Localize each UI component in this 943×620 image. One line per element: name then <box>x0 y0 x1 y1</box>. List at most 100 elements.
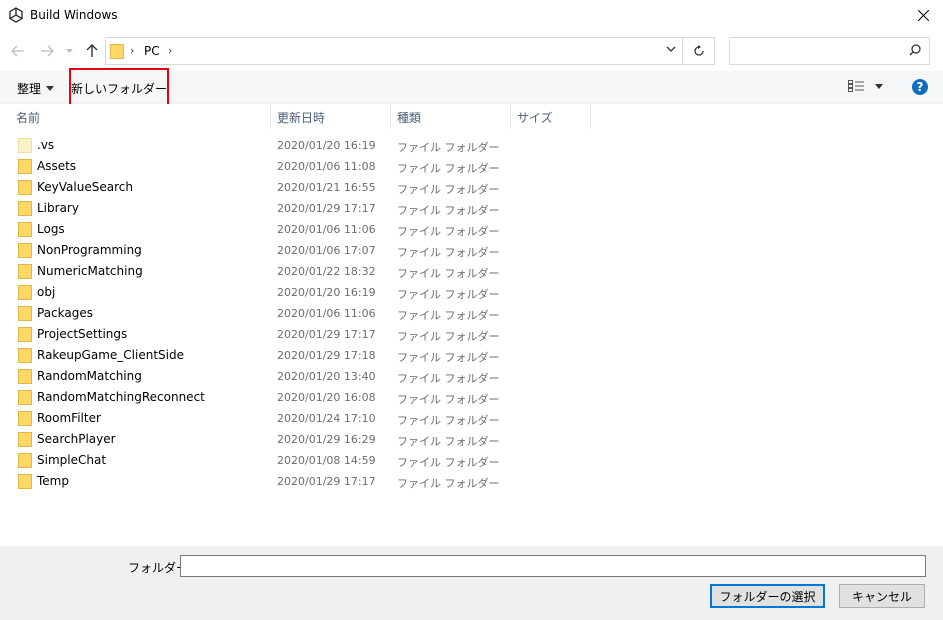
details-view-icon <box>848 80 864 92</box>
list-item[interactable]: RakeupGame_ClientSide 2020/01/29 17:18 ファイ… <box>0 345 943 366</box>
folder-icon <box>18 327 32 342</box>
list-item[interactable]: Assets 2020/01/06 11:08 ファイル フォルダー <box>0 156 943 177</box>
file-name: .vs <box>37 138 55 152</box>
chevron-down-icon[interactable] <box>666 46 676 52</box>
close-icon <box>917 10 929 21</box>
file-type: ファイル フォルダー <box>397 288 500 301</box>
chevron-down-icon <box>875 83 883 89</box>
list-item[interactable]: KeyValueSearch 2020/01/21 16:55 ファイル フォルダー <box>0 177 943 198</box>
cancel-button[interactable]: キャンセル <box>839 584 925 608</box>
new-folder-button[interactable]: 新しいフォルダー <box>69 68 169 109</box>
file-name: RandomMatchingReconnect <box>37 390 205 404</box>
file-name: SimpleChat <box>37 453 107 467</box>
list-item[interactable]: NumericMatching 2020/01/22 18:32 ファイル フォルダ… <box>0 261 943 282</box>
file-date: 2020/01/06 11:08 <box>277 160 376 173</box>
search-input[interactable] <box>729 37 930 65</box>
command-toolbar: 整理 新しいフォルダー ? <box>0 68 943 109</box>
list-item[interactable]: Library 2020/01/29 17:17 ファイル フォルダー <box>0 198 943 219</box>
breadcrumb-pc[interactable]: PC <box>144 44 160 58</box>
list-item[interactable]: SearchPlayer 2020/01/29 16:29 ファイル フォルダー <box>0 429 943 450</box>
column-header-name[interactable]: 名前 <box>10 104 270 129</box>
folder-icon <box>18 474 32 489</box>
help-button[interactable]: ? <box>912 79 928 95</box>
file-rows: .vs 2020/01/20 16:19 ファイル フォルダー Assets 2020/… <box>0 135 943 492</box>
file-name: NonProgramming <box>37 243 142 257</box>
list-item[interactable]: .vs 2020/01/20 16:19 ファイル フォルダー <box>0 135 943 156</box>
file-name: SearchPlayer <box>37 432 116 446</box>
file-date: 2020/01/21 16:55 <box>277 181 376 194</box>
folder-icon <box>18 138 32 153</box>
search-icon <box>909 44 921 56</box>
folder-icon <box>18 222 32 237</box>
folder-icon <box>18 432 32 447</box>
breadcrumb-separator-icon[interactable]: › <box>168 44 172 57</box>
folder-icon <box>18 306 32 321</box>
folder-icon <box>18 348 32 363</box>
forward-button[interactable] <box>37 41 57 61</box>
file-type: ファイル フォルダー <box>397 477 500 490</box>
file-date: 2020/01/06 11:06 <box>277 223 376 236</box>
file-date: 2020/01/20 13:40 <box>277 370 376 383</box>
new-folder-label: 新しいフォルダー <box>71 82 168 96</box>
file-date: 2020/01/20 16:19 <box>277 139 376 152</box>
list-item[interactable]: RandomMatching 2020/01/20 13:40 ファイル フォルダー <box>0 366 943 387</box>
file-type: ファイル フォルダー <box>397 309 500 322</box>
list-item[interactable]: ProjectSettings 2020/01/29 17:17 ファイル フォルダ… <box>0 324 943 345</box>
folder-icon <box>18 201 32 216</box>
file-name: RoomFilter <box>37 411 101 425</box>
file-date: 2020/01/22 18:32 <box>277 265 376 278</box>
change-view-button[interactable] <box>848 80 883 92</box>
file-date: 2020/01/06 17:07 <box>277 244 376 257</box>
window-title: Build Windows <box>30 8 118 22</box>
list-item[interactable]: Logs 2020/01/06 11:06 ファイル フォルダー <box>0 219 943 240</box>
file-type: ファイル フォルダー <box>397 162 500 175</box>
file-type: ファイル フォルダー <box>397 351 500 364</box>
list-item[interactable]: Temp 2020/01/29 17:17 ファイル フォルダー <box>0 471 943 492</box>
folder-icon <box>18 411 32 426</box>
list-item[interactable]: SimpleChat 2020/01/08 14:59 ファイル フォルダー <box>0 450 943 471</box>
folder-icon <box>110 44 124 59</box>
folder-icon <box>18 243 32 258</box>
column-header-type[interactable]: 種類 <box>391 104 510 129</box>
file-date: 2020/01/29 17:17 <box>277 202 376 215</box>
column-headers: 名前 更新日時 種類 サイズ <box>0 104 943 129</box>
file-date: 2020/01/29 16:29 <box>277 433 376 446</box>
list-item[interactable]: Packages 2020/01/06 11:06 ファイル フォルダー <box>0 303 943 324</box>
organize-button[interactable]: 整理 <box>17 80 55 97</box>
navigation-bar: › PC › <box>0 31 943 71</box>
breadcrumb-separator-icon: › <box>130 44 135 57</box>
dialog-footer: フォルダー: フォルダーの選択 キャンセル <box>0 546 943 620</box>
address-bar[interactable]: › PC › <box>105 37 683 65</box>
file-type: ファイル フォルダー <box>397 204 500 217</box>
folder-name-input[interactable] <box>180 555 926 577</box>
file-type: ファイル フォルダー <box>397 414 500 427</box>
back-button[interactable] <box>8 41 28 61</box>
file-list: 名前 更新日時 種類 サイズ .vs 2020/01/20 16:19 ファイル フ… <box>0 104 943 546</box>
file-name: Library <box>37 201 79 215</box>
file-name: obj <box>37 285 56 299</box>
file-name: Temp <box>37 474 69 488</box>
folder-icon <box>18 453 32 468</box>
list-item[interactable]: obj 2020/01/20 16:19 ファイル フォルダー <box>0 282 943 303</box>
file-type: ファイル フォルダー <box>397 393 500 406</box>
title-bar: Build Windows <box>0 0 943 31</box>
file-type: ファイル フォルダー <box>397 372 500 385</box>
close-button[interactable] <box>903 0 943 31</box>
recent-locations-button[interactable] <box>62 41 76 61</box>
folder-icon <box>18 264 32 279</box>
list-item[interactable]: RandomMatchingReconnect 2020/01/20 16:08 フ… <box>0 387 943 408</box>
column-header-size[interactable]: サイズ <box>511 104 591 129</box>
organize-label: 整理 <box>17 82 42 96</box>
file-type: ファイル フォルダー <box>397 267 500 280</box>
column-divider[interactable] <box>590 104 591 129</box>
arrow-left-icon <box>11 45 24 57</box>
list-item[interactable]: NonProgramming 2020/01/06 17:07 ファイル フォルダー <box>0 240 943 261</box>
column-header-date[interactable]: 更新日時 <box>271 104 390 129</box>
up-button[interactable] <box>82 41 102 61</box>
file-type: ファイル フォルダー <box>397 246 500 259</box>
file-date: 2020/01/20 16:19 <box>277 286 376 299</box>
list-item[interactable]: RoomFilter 2020/01/24 17:10 ファイル フォルダー <box>0 408 943 429</box>
refresh-button[interactable] <box>683 37 715 65</box>
select-folder-button[interactable]: フォルダーの選択 <box>710 584 825 608</box>
file-name: Assets <box>37 159 77 173</box>
